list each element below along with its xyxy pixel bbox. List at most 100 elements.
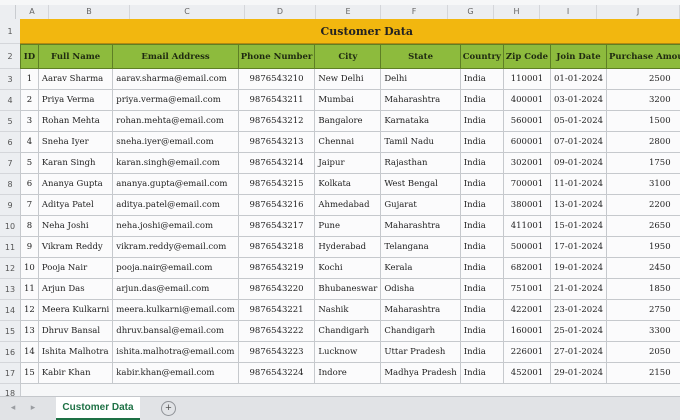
row-number[interactable]: 2 [0,44,20,69]
table-cell[interactable]: Arjun Das [38,279,112,300]
table-cell[interactable]: Lucknow [315,342,381,363]
table-cell[interactable]: 682001 [503,258,550,279]
table-cell[interactable]: 380001 [503,195,550,216]
table-cell[interactable]: Chennai [315,132,381,153]
table-cell[interactable]: ishita.malhotra@email.com [113,342,239,363]
table-cell[interactable]: Maharashtra [381,300,460,321]
table-cell[interactable]: 9876543218 [238,237,315,258]
column-heading[interactable]: Zip Code [503,45,550,69]
table-cell[interactable]: Maharashtra [381,90,460,111]
next-sheet-icon[interactable]: ▸ [28,402,38,413]
table-cell[interactable]: 2050 [607,342,680,363]
table-cell[interactable]: 2500 [607,69,680,90]
table-cell[interactable]: 11-01-2024 [551,174,607,195]
table-cell[interactable]: 9876543214 [238,153,315,174]
table-cell[interactable]: 9876543212 [238,111,315,132]
title-cell[interactable]: Customer Data [20,19,680,44]
table-cell[interactable]: 19-01-2024 [551,258,607,279]
column-header-g[interactable]: G [448,5,494,19]
table-cell[interactable]: Pune [315,216,381,237]
table-cell[interactable]: Hyderabad [315,237,381,258]
table-cell[interactable]: 9876543211 [238,90,315,111]
table-cell[interactable]: India [460,153,503,174]
table-cell[interactable]: 8 [21,216,39,237]
table-cell[interactable]: vikram.reddy@email.com [113,237,239,258]
table-cell[interactable]: 302001 [503,153,550,174]
table-cell[interactable]: India [460,111,503,132]
table-cell[interactable]: Kolkata [315,174,381,195]
row-number[interactable]: 16 [0,342,20,363]
table-cell[interactable]: 2800 [607,132,680,153]
table-cell[interactable]: 4 [21,132,39,153]
row-number[interactable]: 17 [0,363,20,384]
table-cell[interactable]: 9876543217 [238,216,315,237]
row-number[interactable]: 14 [0,300,20,321]
table-cell[interactable]: Kerala [381,258,460,279]
table-cell[interactable]: karan.singh@email.com [113,153,239,174]
table-cell[interactable]: kabir.khan@email.com [113,363,239,384]
column-heading[interactable]: ID [21,45,39,69]
table-cell[interactable]: 09-01-2024 [551,153,607,174]
row-number[interactable]: 8 [0,174,20,195]
table-cell[interactable]: Bangalore [315,111,381,132]
table-cell[interactable]: 21-01-2024 [551,279,607,300]
table-cell[interactable]: 110001 [503,69,550,90]
table-cell[interactable]: 14 [21,342,39,363]
table-cell[interactable]: 2150 [607,363,680,384]
table-cell[interactable]: aditya.patel@email.com [113,195,239,216]
table-cell[interactable]: India [460,342,503,363]
table-cell[interactable]: 3200 [607,90,680,111]
row-number[interactable]: 7 [0,153,20,174]
column-header-f[interactable]: F [381,5,448,19]
table-cell[interactable]: 1750 [607,153,680,174]
table-cell[interactable]: Telangana [381,237,460,258]
column-header-e[interactable]: E [316,5,381,19]
table-cell[interactable]: 2650 [607,216,680,237]
table-cell[interactable]: Kochi [315,258,381,279]
table-cell[interactable]: India [460,69,503,90]
table-cell[interactable]: sneha.iyer@email.com [113,132,239,153]
empty-row[interactable] [20,384,680,396]
table-cell[interactable]: 2750 [607,300,680,321]
table-cell[interactable]: pooja.nair@email.com [113,258,239,279]
table-cell[interactable]: meera.kulkarni@email.com [113,300,239,321]
table-cell[interactable]: 9876543220 [238,279,315,300]
table-cell[interactable]: 9876543223 [238,342,315,363]
table-cell[interactable]: 160001 [503,321,550,342]
table-cell[interactable]: 1950 [607,237,680,258]
table-cell[interactable]: Uttar Pradesh [381,342,460,363]
table-cell[interactable]: 25-01-2024 [551,321,607,342]
column-heading[interactable]: Join Date [551,45,607,69]
row-number[interactable]: 11 [0,237,20,258]
table-cell[interactable]: Sneha Iyer [38,132,112,153]
column-header-a[interactable]: A [16,5,49,19]
table-cell[interactable]: Neha Joshi [38,216,112,237]
table-cell[interactable]: 9876543219 [238,258,315,279]
row-number[interactable]: 1 [0,19,20,44]
table-cell[interactable]: Rohan Mehta [38,111,112,132]
table-cell[interactable]: 700001 [503,174,550,195]
table-cell[interactable]: Karnataka [381,111,460,132]
table-cell[interactable]: 9 [21,237,39,258]
table-cell[interactable]: 5 [21,153,39,174]
table-cell[interactable]: 1 [21,69,39,90]
table-cell[interactable]: Vikram Reddy [38,237,112,258]
table-cell[interactable]: 10 [21,258,39,279]
table-cell[interactable]: 9876543215 [238,174,315,195]
table-cell[interactable]: Bhubaneswar [315,279,381,300]
table-cell[interactable]: India [460,174,503,195]
table-cell[interactable]: 05-01-2024 [551,111,607,132]
table-cell[interactable]: Gujarat [381,195,460,216]
table-cell[interactable]: 27-01-2024 [551,342,607,363]
plus-circle-icon[interactable]: + [161,401,176,416]
table-cell[interactable]: 17-01-2024 [551,237,607,258]
column-heading[interactable]: Full Name [38,45,112,69]
table-cell[interactable]: 9876543224 [238,363,315,384]
table-cell[interactable]: Mumbai [315,90,381,111]
row-number[interactable]: 13 [0,279,20,300]
table-cell[interactable]: 3300 [607,321,680,342]
table-cell[interactable]: 2 [21,90,39,111]
table-cell[interactable]: Jaipur [315,153,381,174]
table-cell[interactable]: 13 [21,321,39,342]
table-cell[interactable]: 9876543221 [238,300,315,321]
